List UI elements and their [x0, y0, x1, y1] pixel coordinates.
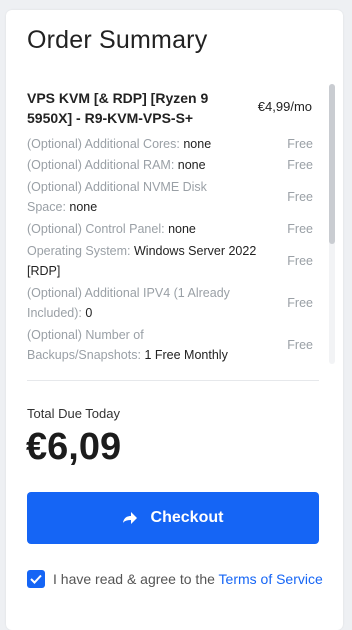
option-label: (Optional) Additional Cores: — [27, 137, 180, 151]
option-description: (Optional) Number of Backups/Snapshots: … — [27, 325, 257, 365]
option-row: (Optional) Additional RAM: none Free — [27, 155, 317, 175]
checkmark-icon — [30, 574, 42, 584]
option-description: (Optional) Additional NVME Disk Space: n… — [27, 177, 227, 217]
option-price: Free — [287, 137, 313, 151]
option-label: Operating System: — [27, 244, 131, 258]
arrow-right-icon — [122, 512, 137, 524]
option-label: (Optional) Additional NVME Disk Space: — [27, 180, 207, 214]
agree-label: I have read & agree to the — [53, 571, 215, 587]
page-title: Order Summary — [27, 26, 208, 54]
option-value: none — [69, 200, 98, 214]
total-amount: €6,09 — [26, 426, 122, 468]
agree-text: I have read & agree to the Terms of Serv… — [53, 571, 323, 587]
option-price: Free — [287, 158, 313, 172]
option-price: Free — [287, 338, 313, 352]
option-row: (Optional) Control Panel: none Free — [27, 219, 317, 239]
option-row: (Optional) Additional NVME Disk Space: n… — [27, 177, 317, 217]
option-value: none — [183, 137, 212, 151]
product-price: €4,99/mo — [257, 99, 312, 114]
option-value: none — [177, 158, 206, 172]
product-name: VPS KVM [& RDP] [Ryzen 9 5950X] - R9-KVM… — [27, 90, 209, 126]
option-price: Free — [287, 254, 313, 268]
checkout-label: Checkout — [150, 509, 224, 526]
option-description: (Optional) Additional IPV4 (1 Already In… — [27, 283, 242, 323]
option-row: (Optional) Number of Backups/Snapshots: … — [27, 325, 317, 365]
terms-of-service-link[interactable]: Terms of Service — [219, 571, 323, 587]
option-row: (Optional) Additional IPV4 (1 Already In… — [27, 283, 317, 323]
checkout-button[interactable]: Checkout — [27, 492, 319, 544]
option-label: (Optional) Additional IPV4 (1 Already In… — [27, 286, 230, 320]
summary-scrollbar-thumb[interactable] — [329, 84, 335, 244]
option-row: (Optional) Additional Cores: none Free — [27, 134, 317, 154]
option-description: (Optional) Additional RAM: none — [27, 155, 257, 175]
option-price: Free — [287, 222, 313, 236]
option-value: 1 Free Monthly — [144, 348, 228, 362]
option-label: (Optional) Control Panel: — [27, 222, 165, 236]
option-value: 0 — [85, 306, 93, 320]
option-description: (Optional) Control Panel: none — [27, 219, 257, 239]
option-label: (Optional) Additional RAM: — [27, 158, 175, 172]
option-row: Operating System: Windows Server 2022 [R… — [27, 241, 317, 281]
option-description: Operating System: Windows Server 2022 [R… — [27, 241, 257, 281]
agree-checkbox[interactable] — [27, 570, 45, 588]
option-price: Free — [287, 296, 313, 310]
option-value: none — [168, 222, 196, 236]
terms-agreement: I have read & agree to the Terms of Serv… — [27, 570, 323, 588]
divider — [27, 380, 319, 381]
option-label: (Optional) Number of Backups/Snapshots: — [27, 328, 144, 362]
page-background — [0, 0, 352, 6]
total-label: Total Due Today — [27, 406, 120, 421]
option-description: (Optional) Additional Cores: none — [27, 134, 257, 154]
option-price: Free — [287, 190, 313, 204]
